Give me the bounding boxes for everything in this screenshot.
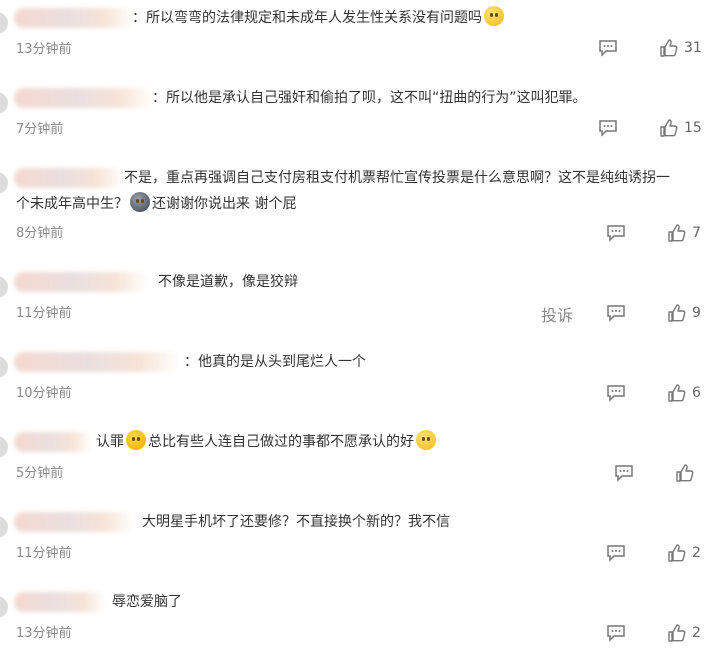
thumbs-up-icon[interactable] (659, 38, 679, 58)
comment-item: ：所以弯弯的法律规定和未成年人发生性关系没有问题吗 13分钟前 31 (0, 0, 714, 80)
comment-item: 大明星手机坏了还要修？不直接换个新的？我不信 11分钟前 2 (0, 504, 714, 584)
thumbs-up-icon[interactable] (675, 463, 695, 483)
comment-item: ：他真的是从头到尾烂人一个 10分钟前 6 (0, 344, 714, 424)
thumbs-up-icon[interactable] (667, 383, 687, 403)
username-blurred[interactable] (14, 592, 106, 612)
reply-bubble-icon[interactable] (606, 544, 626, 562)
username-blurred[interactable] (14, 8, 134, 28)
comment-item: 不像是道歉，像是狡辩 11分钟前 投诉 9 (0, 264, 714, 344)
avatar[interactable] (0, 516, 8, 538)
thumbs-up-icon[interactable] (667, 623, 687, 643)
comment-item: 认罪 总比有些人连自己做过的事都不愿承认的好 5分钟前 (0, 424, 714, 504)
avatar[interactable] (0, 276, 8, 298)
comment-time: 13分钟前 (16, 626, 72, 641)
avatar[interactable] (0, 172, 8, 194)
comment-text: ：他真的是从头到尾烂人一个 (184, 354, 366, 370)
report-link[interactable]: 投诉 (541, 302, 573, 326)
like-count: 7 (692, 225, 701, 241)
comment-time: 5分钟前 (16, 466, 64, 481)
like-count: 6 (692, 385, 701, 401)
comment-time: 11分钟前 (16, 306, 72, 321)
like-count: 2 (692, 545, 701, 561)
username-blurred[interactable] (14, 432, 92, 452)
avatar[interactable] (0, 356, 8, 378)
avatar[interactable] (0, 596, 8, 618)
comment-time: 10分钟前 (16, 386, 72, 401)
like-count: 2 (692, 625, 701, 641)
emoji-face-icon (484, 6, 504, 26)
avatar[interactable] (0, 92, 8, 114)
emoji-face-icon (130, 192, 150, 212)
like-count: 15 (684, 120, 702, 136)
comment-text: 不是，重点再强调自己支付房租支付机票帮忙宣传投票是什么意思啊？这不是纯纯诱拐一 (124, 170, 670, 186)
comment-time: 13分钟前 (16, 42, 72, 57)
thumbs-up-icon[interactable] (667, 303, 687, 323)
thumbs-up-icon[interactable] (667, 543, 687, 563)
like-count: 31 (684, 40, 702, 56)
reply-bubble-icon[interactable] (606, 224, 626, 242)
comment-item: 不是，重点再强调自己支付房租支付机票帮忙宣传投票是什么意思啊？这不是纯纯诱拐一 … (0, 160, 714, 260)
comment-time: 11分钟前 (16, 546, 72, 561)
avatar[interactable] (0, 436, 8, 458)
comment-text: 认罪 总比有些人连自己做过的事都不愿承认的好 (96, 430, 438, 454)
username-blurred[interactable] (14, 88, 154, 108)
reply-bubble-icon[interactable] (598, 39, 618, 57)
reply-bubble-icon[interactable] (606, 624, 626, 642)
reply-bubble-icon[interactable] (606, 304, 626, 322)
comment-text: 大明星手机坏了还要修？不直接换个新的？我不信 (142, 514, 450, 530)
username-blurred[interactable] (14, 352, 180, 372)
reply-bubble-icon[interactable] (606, 384, 626, 402)
comment-text: ：所以弯弯的法律规定和未成年人发生性关系没有问题吗 (132, 6, 506, 30)
reply-bubble-icon[interactable] (598, 119, 618, 137)
comment-text-continued: 个未成年高中生？ 还谢谢你说出来 谢个屁 (16, 192, 296, 216)
avatar[interactable] (0, 12, 8, 34)
comment-time: 8分钟前 (16, 226, 64, 241)
like-count: 9 (692, 305, 701, 321)
username-blurred[interactable] (14, 512, 134, 532)
thumbs-up-icon[interactable] (659, 118, 679, 138)
comment-text: 不像是道歉，像是狡辩 (158, 274, 298, 290)
username-blurred[interactable] (14, 168, 124, 188)
thumbs-up-icon[interactable] (667, 223, 687, 243)
comment-time: 7分钟前 (16, 122, 64, 137)
reply-bubble-icon[interactable] (614, 464, 634, 482)
comment-item: ：所以他是承认自己强奸和偷拍了呗，这不叫“扭曲的行为”这叫犯罪。 7分钟前 15 (0, 80, 714, 160)
comment-text: ：所以他是承认自己强奸和偷拍了呗，这不叫“扭曲的行为”这叫犯罪。 (152, 90, 587, 106)
comment-item: 辱恋爱脑了 13分钟前 2 (0, 584, 714, 653)
username-blurred[interactable] (14, 272, 148, 292)
emoji-face-icon (416, 430, 436, 450)
laughing-emoji-icon (126, 430, 146, 450)
comment-text: 辱恋爱脑了 (112, 594, 182, 610)
